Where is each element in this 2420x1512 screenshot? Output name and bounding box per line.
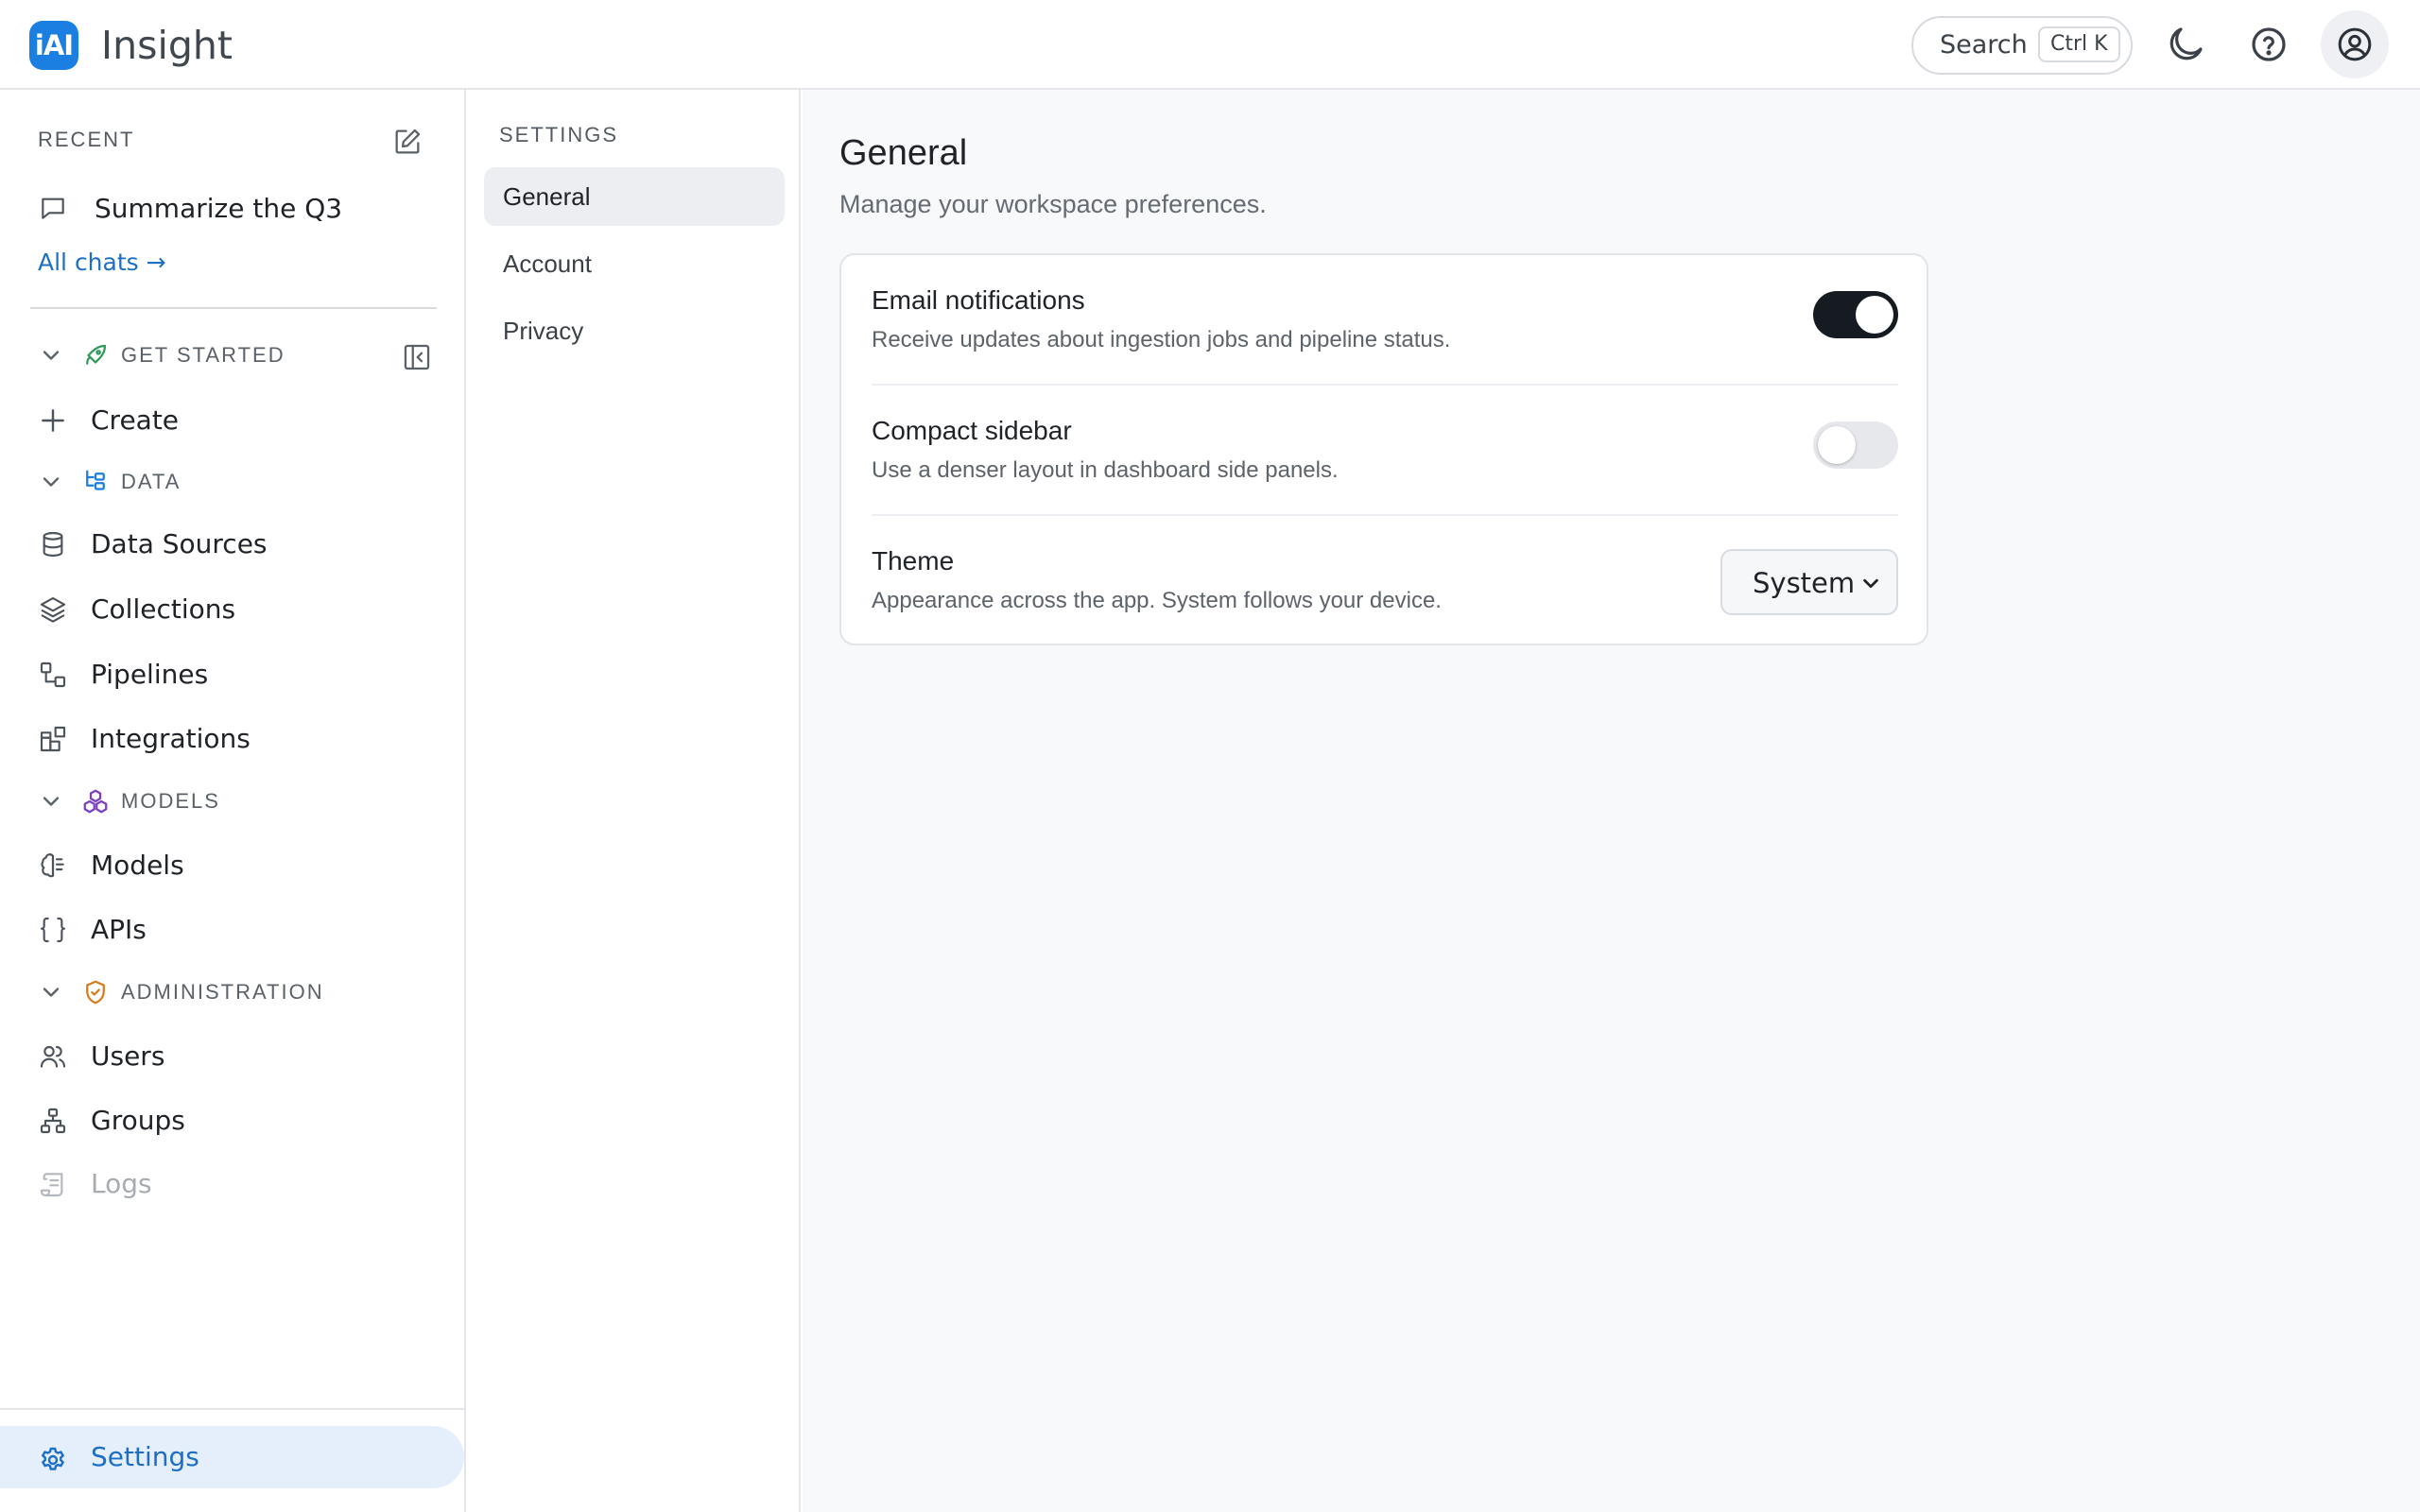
settings-nav-label: General <box>503 182 591 211</box>
chevron-down-icon <box>43 351 60 360</box>
page-subtitle: Manage your workspace preferences. <box>839 190 1267 218</box>
theme-select-value: System <box>1753 567 1856 599</box>
divider <box>0 1408 466 1410</box>
section-administration[interactable]: ADMINISTRATION <box>38 973 324 1011</box>
setting-row-compact-sidebar: Compact sidebar Use a denser layout in d… <box>872 386 1898 516</box>
search-label: Search <box>1940 30 2028 60</box>
settings-nav-general[interactable]: General <box>484 167 785 226</box>
plus-icon <box>42 409 64 432</box>
sidebar: RECENT Summarize the Q3 All chats → GET … <box>0 90 466 1512</box>
sidebar-item-label: Users <box>91 1040 165 1072</box>
settings-card: Email notifications Receive updates abou… <box>839 253 1928 645</box>
shield-check-icon <box>86 980 105 1005</box>
settings-nav-header: SETTINGS <box>499 123 619 146</box>
setting-row-email-notifications: Email notifications Receive updates abou… <box>872 255 1898 386</box>
pipeline-icon <box>40 662 66 688</box>
recent-chat-item[interactable]: Summarize the Q3 <box>38 189 342 227</box>
chevron-down-icon <box>43 797 60 806</box>
divider <box>30 307 437 309</box>
toggle-knob <box>1856 296 1893 334</box>
app-logo[interactable]: iAI <box>29 21 78 70</box>
section-models[interactable]: MODELS <box>38 782 220 820</box>
sidebar-item-create[interactable]: Create <box>38 400 179 441</box>
sidebar-item-label: Logs <box>91 1168 152 1199</box>
sidebar-item-label: Collections <box>91 593 236 625</box>
user-menu-button[interactable] <box>2321 10 2389 78</box>
chevron-down-icon <box>43 477 60 487</box>
cubes-icon <box>83 789 108 814</box>
sidebar-item-label: Groups <box>91 1105 185 1136</box>
search-shortcut-badge: Ctrl K <box>2038 26 2120 62</box>
sidebar-item-label: Integrations <box>91 723 251 754</box>
data-tree-icon <box>86 470 105 490</box>
main-content: General Manage your workspace preference… <box>803 90 2420 1512</box>
new-chat-icon[interactable] <box>391 126 424 158</box>
section-data[interactable]: DATA <box>38 463 181 501</box>
settings-nav-account[interactable]: Account <box>484 234 785 293</box>
recent-header: RECENT <box>38 128 135 151</box>
users-icon <box>40 1045 66 1068</box>
sidebar-item-label: Pipelines <box>91 659 209 690</box>
section-label: ADMINISTRATION <box>121 980 324 1004</box>
chevron-down-icon <box>1863 578 1878 589</box>
email-notifications-toggle[interactable] <box>1813 291 1898 338</box>
setting-description: Use a denser layout in dashboard side pa… <box>872 457 1339 483</box>
section-label: GET STARTED <box>121 343 285 367</box>
sidebar-item-collections[interactable]: Collections <box>38 589 235 630</box>
sidebar-item-models[interactable]: Models <box>38 845 184 886</box>
collapse-sidebar-icon[interactable] <box>401 341 433 373</box>
blocks-icon <box>40 726 66 752</box>
sidebar-item-label: Data Sources <box>91 528 268 559</box>
sidebar-item-label: APIs <box>91 914 147 945</box>
sidebar-item-users[interactable]: Users <box>38 1036 164 1077</box>
sidebar-item-integrations[interactable]: Integrations <box>38 718 251 760</box>
settings-nav-label: Account <box>503 249 592 278</box>
app-title: Insight <box>101 23 233 68</box>
sidebar-item-data-sources[interactable]: Data Sources <box>38 524 268 565</box>
section-label: DATA <box>121 470 182 493</box>
setting-description: Receive updates about ingestion jobs and… <box>872 327 1451 352</box>
top-header: iAI Insight Search Ctrl K <box>0 0 2420 90</box>
settings-nav-label: Privacy <box>503 317 584 345</box>
section-label: MODELS <box>121 789 220 813</box>
scroll-icon <box>40 1173 63 1197</box>
user-circle-icon <box>2338 27 2372 61</box>
chevron-down-icon <box>43 988 60 997</box>
settings-nav: SETTINGS General Account Privacy <box>468 90 801 1512</box>
setting-row-theme: Theme Appearance across the app. System … <box>872 516 1898 646</box>
settings-nav-privacy[interactable]: Privacy <box>484 301 785 360</box>
brain-icon <box>41 853 64 878</box>
chat-bubble-icon <box>42 198 64 219</box>
sidebar-item-label: Settings <box>91 1441 199 1472</box>
sidebar-item-apis[interactable]: APIs <box>38 909 147 951</box>
braces-icon <box>40 917 66 943</box>
section-get-started[interactable]: GET STARTED <box>38 336 285 374</box>
sidebar-item-logs[interactable]: Logs <box>38 1163 152 1205</box>
all-chats-link[interactable]: All chats → <box>38 249 166 276</box>
setting-title: Email notifications <box>872 285 1085 315</box>
setting-title: Theme <box>872 546 955 576</box>
compact-sidebar-toggle[interactable] <box>1813 421 1898 469</box>
sidebar-item-label: Models <box>91 850 184 881</box>
sidebar-item-pipelines[interactable]: Pipelines <box>38 654 208 696</box>
hierarchy-icon <box>40 1108 66 1134</box>
sidebar-item-groups[interactable]: Groups <box>38 1100 185 1142</box>
recent-chat-label: Summarize the Q3 <box>95 192 343 224</box>
database-icon <box>43 531 63 558</box>
layers-icon <box>40 596 66 623</box>
gear-icon <box>42 1447 64 1470</box>
toggle-knob <box>1818 426 1856 464</box>
moon-icon[interactable] <box>2163 22 2208 67</box>
rocket-icon <box>86 344 107 365</box>
setting-title: Compact sidebar <box>872 416 1072 445</box>
setting-description: Appearance across the app. System follow… <box>872 588 1442 613</box>
sidebar-item-label: Create <box>91 404 180 436</box>
theme-select[interactable]: System <box>1720 549 1898 615</box>
page-title: General <box>839 133 968 173</box>
search-button[interactable]: Search Ctrl K <box>1911 16 2133 75</box>
help-circle-icon[interactable] <box>2246 22 2291 67</box>
sidebar-item-settings[interactable]: Settings <box>0 1426 464 1488</box>
